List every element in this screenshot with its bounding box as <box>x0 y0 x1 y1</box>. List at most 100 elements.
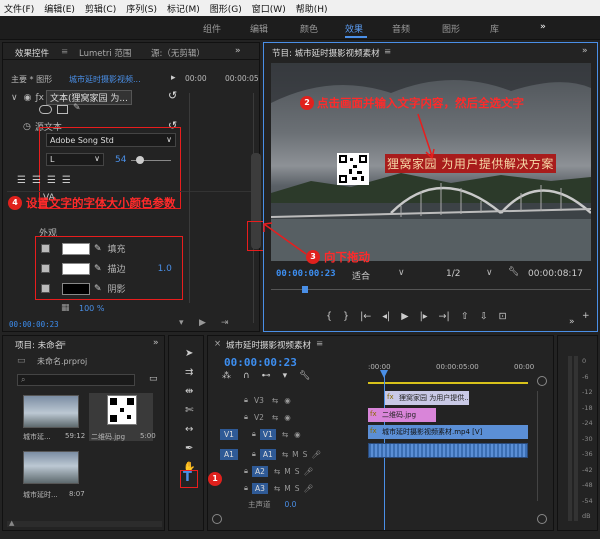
reset-icon[interactable]: ↺ <box>168 89 177 102</box>
program-fit-select[interactable]: 适合 <box>352 269 370 282</box>
program-monitor-title[interactable]: 节目: 城市延时摄影视频素材 <box>272 47 380 59</box>
program-more-button[interactable]: » <box>582 46 588 56</box>
clip-qr-v2[interactable]: 二维码.jpg <box>368 408 436 422</box>
eye-icon[interactable]: ◉ <box>284 396 291 405</box>
menu-marker[interactable]: 标记(M) <box>167 2 200 15</box>
align-center-icon[interactable]: ☰ <box>32 175 41 186</box>
lock-icon[interactable]: 🔒︎ <box>252 449 256 459</box>
master-clip-label[interactable]: 主要 * 图形 <box>11 74 52 85</box>
project-item-thumb-video1[interactable] <box>23 395 79 428</box>
stroke-checkbox[interactable] <box>41 264 50 273</box>
track-label-v1[interactable]: V1 <box>259 428 276 440</box>
export-frame-icon[interactable]: ⊡ <box>499 311 507 322</box>
menu-edit[interactable]: 编辑(E) <box>44 2 75 15</box>
mic-icon[interactable]: 🎤︎ <box>303 484 313 493</box>
timeline-timecode[interactable]: 00:00:00:23 <box>224 356 297 369</box>
timeline-menu-icon[interactable]: ≡ <box>316 339 323 349</box>
menu-file[interactable]: 文件(F) <box>4 2 34 15</box>
selection-tool-icon[interactable]: ➤ <box>185 348 193 359</box>
ripple-edit-tool-icon[interactable]: ⇹ <box>185 386 193 397</box>
tab-effect-controls[interactable]: 效果控件 <box>15 47 49 59</box>
align-left-icon[interactable]: ☰ <box>17 175 26 186</box>
mic-icon[interactable]: 🎤︎ <box>311 450 321 459</box>
stroke-color-swatch[interactable] <box>62 262 90 275</box>
quality-dropdown-icon[interactable]: ∨ <box>486 268 493 278</box>
step-forward-icon[interactable]: |▸ <box>420 311 428 322</box>
menu-graphics[interactable]: 图形(G) <box>210 2 242 15</box>
workspace-tab-editing[interactable]: 编辑 <box>250 22 268 35</box>
lock-icon[interactable]: 🔒︎ <box>252 429 256 439</box>
project-zoom-slider[interactable] <box>7 521 162 527</box>
stroke-eyedropper-icon[interactable]: ✎ <box>94 264 102 274</box>
workspace-tab-effects[interactable]: 效果 <box>345 22 363 35</box>
linked-selection-icon[interactable]: ⊷ <box>262 371 271 381</box>
pen-tool-icon[interactable]: ✒ <box>185 443 193 454</box>
workspace-tab-audio[interactable]: 音频 <box>392 22 410 35</box>
project-title[interactable]: 项目: 未命名 <box>15 339 63 351</box>
go-to-out-icon[interactable]: →| <box>439 311 450 322</box>
program-playhead-bar[interactable] <box>271 289 591 290</box>
program-playhead[interactable] <box>302 286 308 293</box>
workspace-tab-libraries[interactable]: 库 <box>490 22 499 35</box>
filter-icon[interactable]: ▾ <box>179 318 184 328</box>
fill-eyedropper-icon[interactable]: ✎ <box>94 244 102 254</box>
sync-icon[interactable]: ⇆ <box>274 484 280 493</box>
fill-checkbox[interactable] <box>41 244 50 253</box>
fit-dropdown-icon[interactable]: ∨ <box>398 268 405 278</box>
ellipse-mask-icon[interactable] <box>39 105 52 114</box>
stopwatch-icon[interactable]: ◷ <box>23 122 31 132</box>
lift-icon[interactable]: ⇧ <box>461 311 469 322</box>
workspace-more-button[interactable]: » <box>540 22 546 32</box>
eye-icon[interactable]: ◉ <box>294 430 301 439</box>
slip-tool-icon[interactable]: ↔ <box>185 424 193 435</box>
mark-in-icon[interactable]: { <box>326 311 332 322</box>
menu-help[interactable]: 帮助(H) <box>296 2 328 15</box>
visibility-eye-icon[interactable]: ◉ <box>24 93 32 103</box>
add-button-icon[interactable]: + <box>582 311 590 321</box>
stroke-width-value[interactable]: 1.0 <box>158 264 172 274</box>
play-icon[interactable]: ▶ <box>401 311 408 322</box>
video-frame[interactable]: 狸窝家园 为用户提供解决方案 <box>271 63 591 261</box>
clip-audio-a1[interactable] <box>368 443 528 458</box>
menu-window[interactable]: 窗口(W) <box>252 2 286 15</box>
work-area-bar[interactable] <box>368 382 528 384</box>
font-size-value[interactable]: 54 <box>115 155 126 165</box>
font-style-select[interactable]: L ∨ <box>46 153 104 166</box>
sync-icon[interactable]: ⇆ <box>274 467 280 476</box>
play-audio-icon[interactable]: ▶ <box>199 318 206 328</box>
workspace-tab-color[interactable]: 颜色 <box>300 22 318 35</box>
workspace-tab-graphics[interactable]: 图形 <box>442 22 460 35</box>
snap-icon[interactable]: ∩ <box>243 371 250 381</box>
align-right-icon[interactable]: ☰ <box>47 175 56 186</box>
sync-icon[interactable]: ⇆ <box>282 430 288 439</box>
extract-icon[interactable]: ⇩ <box>480 311 488 322</box>
nest-icon[interactable]: ⁂ <box>222 371 231 381</box>
go-to-in-icon[interactable]: |← <box>360 311 371 322</box>
timeline-title[interactable]: 城市延时摄影视频素材 <box>226 339 311 351</box>
source-patch-a1[interactable]: A1 <box>220 448 238 460</box>
sync-icon[interactable]: ⇆ <box>272 413 278 422</box>
track-label-a3[interactable]: A3 <box>252 482 268 494</box>
pen-mask-icon[interactable]: ✎ <box>73 103 81 113</box>
project-item-thumb-qr[interactable] <box>107 395 137 425</box>
timeline-vscroll-top[interactable] <box>537 376 547 386</box>
lock-icon[interactable]: 🔒︎ <box>244 412 248 422</box>
lock-icon[interactable]: 🔒︎ <box>244 483 248 493</box>
sync-icon[interactable]: ⇆ <box>272 396 278 405</box>
track-select-tool-icon[interactable]: ⇉ <box>185 367 193 378</box>
fill-color-swatch[interactable] <box>62 242 90 255</box>
workspace-tab-assembly[interactable]: 组件 <box>203 22 221 35</box>
new-bin-icon[interactable]: ▭ <box>149 374 158 384</box>
master-volume-value[interactable]: 0.0 <box>285 500 297 509</box>
timeline-vscroll-track[interactable] <box>537 391 547 501</box>
lock-icon[interactable]: 🔒︎ <box>244 395 248 405</box>
qr-code-image[interactable] <box>337 153 369 185</box>
program-timecode[interactable]: 00:00:00:23 <box>276 269 336 279</box>
clip-text-v3[interactable]: 狸窝家园 为用户提供... <box>385 391 469 405</box>
zoom-value[interactable]: 100 % <box>79 304 104 313</box>
menu-clip[interactable]: 剪辑(C) <box>85 2 116 15</box>
wrench-icon[interactable]: 🔧︎ <box>508 267 519 277</box>
type-tool-icon[interactable]: T <box>183 470 192 485</box>
tab-lumetri-scopes[interactable]: Lumetri 范围 <box>79 47 131 59</box>
source-patch-v1[interactable]: V1 <box>220 428 238 440</box>
